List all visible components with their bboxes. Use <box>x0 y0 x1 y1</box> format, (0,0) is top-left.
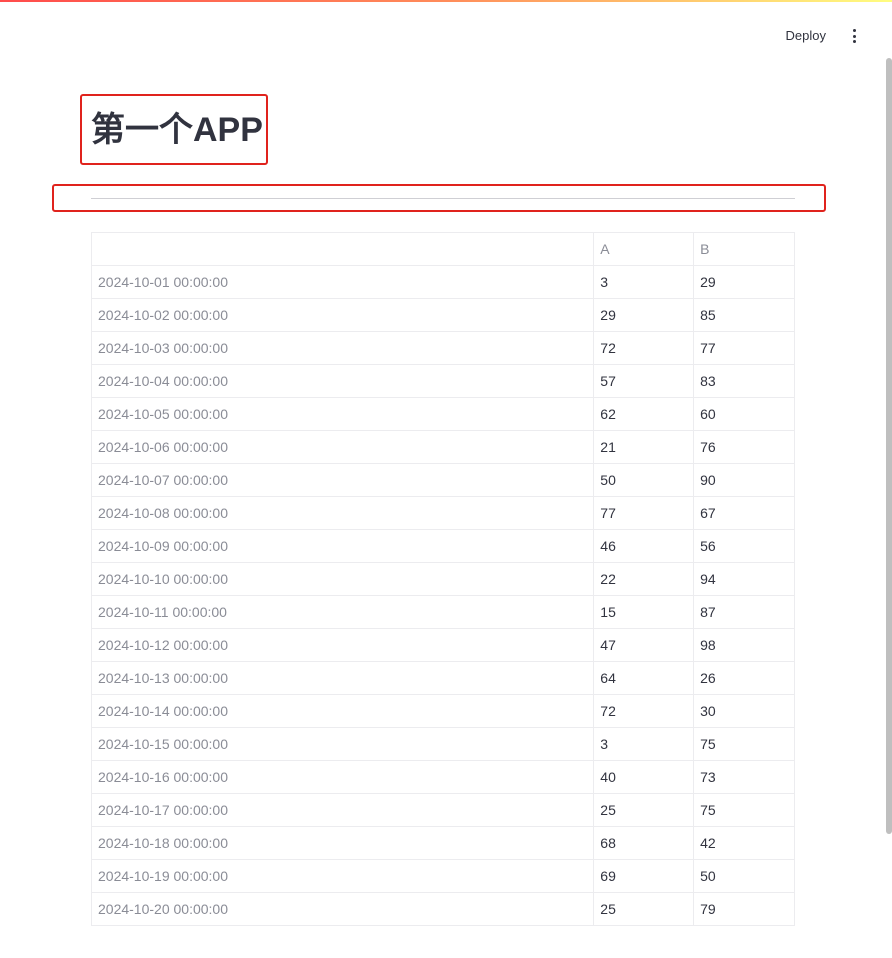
cell-b[interactable]: 94 <box>693 562 795 596</box>
page-title: 第一个APP <box>91 111 263 149</box>
row-index-cell[interactable]: 2024-10-04 00:00:00 <box>90 364 595 398</box>
row-index-cell[interactable]: 2024-10-17 00:00:00 <box>90 793 595 827</box>
table-row: 2024-10-04 00:00:00 57 83 <box>90 364 795 398</box>
table-body: 2024-10-01 00:00:00 3 29 2024-10-02 00:00:0… <box>90 265 795 926</box>
row-index-cell[interactable]: 2024-10-08 00:00:00 <box>90 496 595 530</box>
cell-a[interactable]: 64 <box>593 661 695 695</box>
row-index-cell[interactable]: 2024-10-16 00:00:00 <box>90 760 595 794</box>
cell-a[interactable]: 40 <box>593 760 695 794</box>
data-table: A B 2024-10-01 00:00:00 3 29 2024-10-02 00:… <box>90 232 795 926</box>
row-index-cell[interactable]: 2024-10-19 00:00:00 <box>90 859 595 893</box>
cell-b[interactable]: 42 <box>693 826 795 860</box>
scrollbar[interactable] <box>886 58 892 834</box>
cell-a[interactable]: 72 <box>593 331 695 365</box>
cell-b[interactable]: 77 <box>693 331 795 365</box>
cell-b[interactable]: 87 <box>693 595 795 629</box>
dot <box>852 29 856 32</box>
cell-b[interactable]: 83 <box>693 364 795 398</box>
row-index-cell[interactable]: 2024-10-13 00:00:00 <box>90 661 595 695</box>
table-row: 2024-10-05 00:00:00 62 60 <box>90 397 795 431</box>
row-index-cell[interactable]: 2024-10-01 00:00:00 <box>90 265 595 299</box>
cell-b[interactable]: 30 <box>693 694 795 728</box>
row-index-cell[interactable]: 2024-10-15 00:00:00 <box>90 727 595 761</box>
cell-b[interactable]: 60 <box>693 397 795 431</box>
table-row: 2024-10-19 00:00:00 69 50 <box>90 859 795 893</box>
table-row: 2024-10-09 00:00:00 46 56 <box>90 529 795 563</box>
cell-b[interactable]: 76 <box>693 430 795 464</box>
cell-a[interactable]: 50 <box>593 463 695 497</box>
table-header-row: A B <box>90 232 795 266</box>
row-index-cell[interactable]: 2024-10-07 00:00:00 <box>90 463 595 497</box>
table-row: 2024-10-03 00:00:00 72 77 <box>90 331 795 365</box>
cell-b[interactable]: 50 <box>693 859 795 893</box>
table-row: 2024-10-07 00:00:00 50 90 <box>90 463 795 497</box>
column-header-index[interactable] <box>90 232 595 266</box>
cell-a[interactable]: 47 <box>593 628 695 662</box>
cell-a[interactable]: 69 <box>593 859 695 893</box>
table-row: 2024-10-10 00:00:00 22 94 <box>90 562 795 596</box>
cell-a[interactable]: 29 <box>593 298 695 332</box>
row-index-cell[interactable]: 2024-10-18 00:00:00 <box>90 826 595 860</box>
table-row: 2024-10-12 00:00:00 47 98 <box>90 628 795 662</box>
dot <box>852 40 856 43</box>
column-header-a[interactable]: A <box>593 232 695 266</box>
row-index-cell[interactable]: 2024-10-20 00:00:00 <box>90 892 595 926</box>
table-row: 2024-10-08 00:00:00 77 67 <box>90 496 795 530</box>
cell-a[interactable]: 3 <box>593 265 695 299</box>
dataframe-table: A B 2024-10-01 00:00:00 3 29 2024-10-02 00:… <box>90 232 795 926</box>
cell-b[interactable]: 75 <box>693 727 795 761</box>
divider <box>91 198 795 199</box>
row-index-cell[interactable]: 2024-10-14 00:00:00 <box>90 694 595 728</box>
cell-a[interactable]: 22 <box>593 562 695 596</box>
table-row: 2024-10-15 00:00:00 3 75 <box>90 727 795 761</box>
cell-b[interactable]: 56 <box>693 529 795 563</box>
cell-a[interactable]: 62 <box>593 397 695 431</box>
table-row: 2024-10-06 00:00:00 21 76 <box>90 430 795 464</box>
row-index-cell[interactable]: 2024-10-12 00:00:00 <box>90 628 595 662</box>
cell-b[interactable]: 85 <box>693 298 795 332</box>
cell-b[interactable]: 79 <box>693 892 795 926</box>
cell-a[interactable]: 77 <box>593 496 695 530</box>
cell-a[interactable]: 15 <box>593 595 695 629</box>
row-index-cell[interactable]: 2024-10-11 00:00:00 <box>90 595 595 629</box>
table-row: 2024-10-02 00:00:00 29 85 <box>90 298 795 332</box>
cell-b[interactable]: 67 <box>693 496 795 530</box>
table-row: 2024-10-20 00:00:00 25 79 <box>90 892 795 926</box>
table-row: 2024-10-11 00:00:00 15 87 <box>90 595 795 629</box>
table-row: 2024-10-14 00:00:00 72 30 <box>90 694 795 728</box>
dot <box>852 34 856 38</box>
table-row: 2024-10-18 00:00:00 68 42 <box>90 826 795 860</box>
deploy-button[interactable]: Deploy <box>786 26 826 45</box>
cell-b[interactable]: 73 <box>693 760 795 794</box>
cell-a[interactable]: 3 <box>593 727 695 761</box>
table-row: 2024-10-13 00:00:00 64 26 <box>90 661 795 695</box>
row-index-cell[interactable]: 2024-10-06 00:00:00 <box>90 430 595 464</box>
cell-a[interactable]: 68 <box>593 826 695 860</box>
table-row: 2024-10-01 00:00:00 3 29 <box>90 265 795 299</box>
table-row: 2024-10-17 00:00:00 25 75 <box>90 793 795 827</box>
cell-b[interactable]: 75 <box>693 793 795 827</box>
cell-a[interactable]: 46 <box>593 529 695 563</box>
cell-a[interactable]: 57 <box>593 364 695 398</box>
table-row: 2024-10-16 00:00:00 40 73 <box>90 760 795 794</box>
row-index-cell[interactable]: 2024-10-10 00:00:00 <box>90 562 595 596</box>
cell-b[interactable]: 26 <box>693 661 795 695</box>
row-index-cell[interactable]: 2024-10-02 00:00:00 <box>90 298 595 332</box>
app-header: Deploy <box>0 2 892 62</box>
cell-a[interactable]: 72 <box>593 694 695 728</box>
cell-b[interactable]: 29 <box>693 265 795 299</box>
cell-b[interactable]: 98 <box>693 628 795 662</box>
cell-b[interactable]: 90 <box>693 463 795 497</box>
column-header-b[interactable]: B <box>693 232 795 266</box>
cell-a[interactable]: 25 <box>593 793 695 827</box>
vertical-dots-icon[interactable] <box>846 28 862 44</box>
row-index-cell[interactable]: 2024-10-05 00:00:00 <box>90 397 595 431</box>
row-index-cell[interactable]: 2024-10-03 00:00:00 <box>90 331 595 365</box>
row-index-cell[interactable]: 2024-10-09 00:00:00 <box>90 529 595 563</box>
cell-a[interactable]: 25 <box>593 892 695 926</box>
cell-a[interactable]: 21 <box>593 430 695 464</box>
